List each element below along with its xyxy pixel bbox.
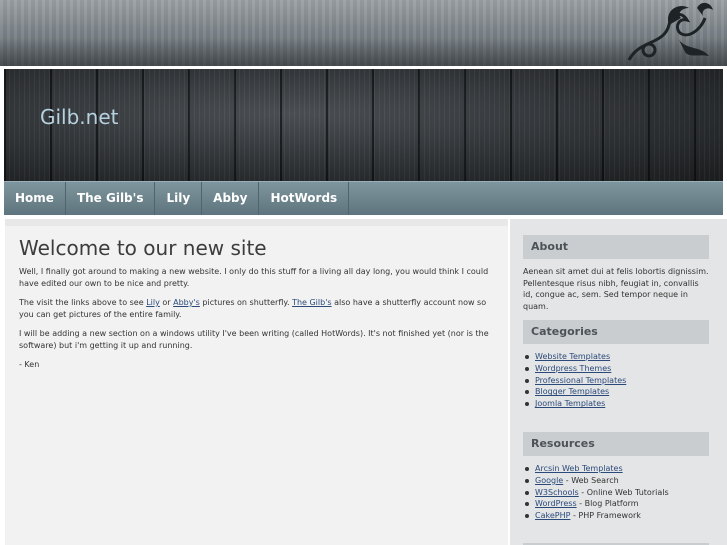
category-link[interactable]: Wordpress Themes (535, 364, 611, 373)
resource-link[interactable]: WordPress (535, 499, 577, 508)
links-paragraph-text: pictures on shutterfly. (199, 298, 293, 307)
site-title[interactable]: Gilb.net (40, 105, 119, 129)
abby-link[interactable]: Abby's (173, 298, 200, 307)
top-banner (0, 0, 727, 66)
resource-link[interactable]: CakePHP (535, 511, 570, 520)
resources-heading: Resources (523, 432, 709, 456)
main-nav: Home The Gilb's Lily Abby HotWords (4, 181, 723, 215)
about-box: About Aenean sit amet dui at felis lobor… (523, 235, 709, 312)
category-link[interactable]: Professional Templates (535, 376, 626, 385)
site-header: Gilb.net (4, 69, 723, 181)
categories-heading: Categories (523, 320, 709, 344)
resource-desc: - Blog Platform (576, 499, 639, 509)
category-link[interactable]: Blogger Templates (535, 387, 609, 396)
list-item: W3Schools - Online Web Tutorials (523, 487, 709, 499)
lily-link[interactable]: Lily (146, 298, 160, 307)
list-item: Blogger Templates (523, 386, 709, 398)
resources-box: Resources Arcsin Web Templates Google - … (523, 432, 709, 522)
list-item: WordPress - Blog Platform (523, 498, 709, 510)
links-paragraph-text: or (159, 298, 174, 307)
list-item: Website Templates (523, 351, 709, 363)
categories-box: Categories Website Templates Wordpress T… (523, 320, 709, 410)
the-gilbs-link[interactable]: The Gilb's (292, 298, 332, 307)
list-item: CakePHP - PHP Framework (523, 510, 709, 522)
hotwords-paragraph: I will be adding a new section on a wind… (19, 329, 489, 350)
list-item: Professional Templates (523, 375, 709, 387)
nav-item-hotwords[interactable]: HotWords (259, 182, 350, 215)
sidebar: About Aenean sit amet dui at felis lobor… (510, 219, 727, 545)
about-text: Aenean sit amet dui at felis lobortis di… (523, 267, 709, 311)
nav-item-the-gilbs[interactable]: The Gilb's (66, 182, 156, 215)
main-content: Welcome to our new site Well, I finally … (5, 219, 508, 545)
links-paragraph-text: The visit the links above to see (19, 298, 147, 307)
about-heading: About (523, 235, 709, 259)
nav-item-lily[interactable]: Lily (155, 182, 203, 215)
resource-desc: - PHP Framework (570, 511, 641, 521)
list-item: Wordpress Themes (523, 363, 709, 375)
signature: - Ken (19, 360, 40, 369)
category-link[interactable]: Website Templates (535, 352, 610, 361)
category-link[interactable]: Joomla Templates (535, 399, 605, 408)
list-item: Google - Web Search (523, 475, 709, 487)
floral-flourish-icon (627, 2, 713, 61)
nav-item-home[interactable]: Home (4, 182, 66, 215)
resource-link[interactable]: W3Schools (535, 488, 579, 497)
resource-desc: - Online Web Tutorials (578, 487, 669, 497)
page-heading: Welcome to our new site (19, 236, 267, 260)
resource-link[interactable]: Google (535, 476, 563, 485)
categories-list: Website Templates Wordpress Themes Profe… (523, 351, 709, 410)
list-item: Joomla Templates (523, 398, 709, 410)
resource-desc: - Web Search (563, 475, 619, 485)
links-paragraph: The visit the links above to see Lily or… (19, 297, 494, 321)
nav-item-abby[interactable]: Abby (202, 182, 260, 215)
intro-paragraph: Well, I finally got around to making a n… (19, 267, 489, 288)
list-item: Arcsin Web Templates (523, 463, 709, 475)
resources-list: Arcsin Web Templates Google - Web Search… (523, 463, 709, 522)
resource-link[interactable]: Arcsin Web Templates (535, 464, 623, 473)
